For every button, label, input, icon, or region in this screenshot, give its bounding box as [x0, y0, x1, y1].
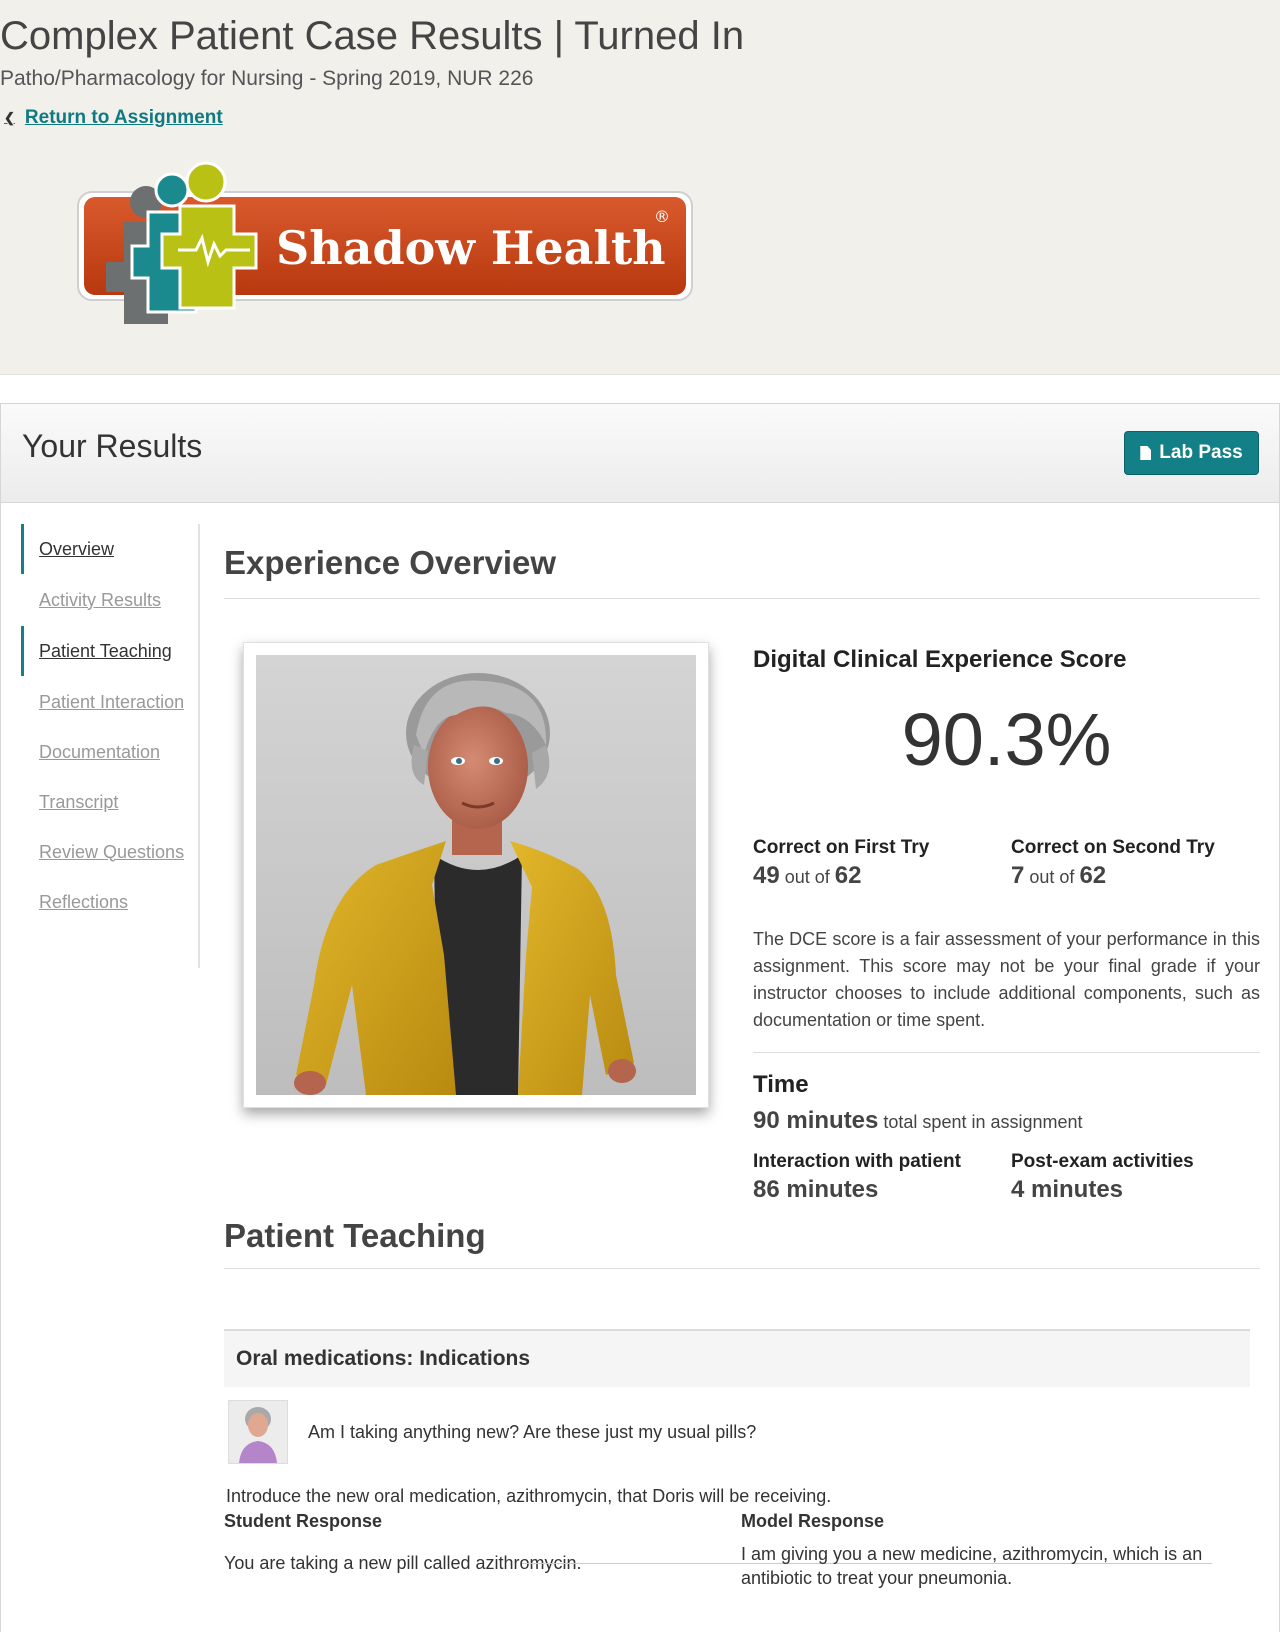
results-sidebar: Overview Activity Results Patient Teachi… [21, 524, 200, 968]
avatar [228, 1400, 288, 1464]
teaching-topic-bar: Oral medications: Indications [224, 1329, 1250, 1387]
model-response-label: Model Response [741, 1511, 885, 1531]
model-response-text: I am giving you a new medicine, azithrom… [741, 1544, 1203, 1588]
patient-question: Am I taking anything new? Are these just… [308, 1422, 757, 1442]
interaction-value: 86 minutes [753, 1176, 879, 1203]
sidebar-item-activity-results[interactable]: Activity Results [21, 575, 198, 625]
sidebar-item-overview[interactable]: Overview [21, 524, 198, 574]
dce-score-value: 90.3% [901, 698, 1112, 781]
first-try-label: Correct on First Try [753, 837, 930, 858]
sidebar-item-patient-interaction[interactable]: Patient Interaction [21, 677, 198, 727]
post-exam-label: Post-exam activities [1011, 1151, 1194, 1172]
patient-teaching-heading: Patient Teaching [224, 1217, 486, 1254]
time-heading: Time [753, 1071, 809, 1098]
interaction-label: Interaction with patient [753, 1151, 961, 1172]
chevron-left-icon: ❮ [4, 110, 15, 125]
return-to-assignment-link[interactable]: ❮ Return to Assignment [4, 107, 223, 129]
logo-wordmark: Shadow Health [276, 221, 666, 275]
time-total: 90 minutes total spent in assignment [753, 1107, 1083, 1134]
divider [224, 598, 1260, 599]
patient-avatar-image [229, 1401, 287, 1463]
sidebar-item-transcript[interactable]: Transcript [21, 777, 198, 827]
dce-description: The DCE score is a fair assessment of yo… [753, 929, 1260, 1030]
document-icon [1140, 446, 1152, 460]
logo-registered-mark: ® [654, 207, 670, 226]
second-try-label: Correct on Second Try [1011, 837, 1215, 858]
teaching-prompt: Introduce the new oral medication, azith… [226, 1486, 832, 1506]
divider [753, 1052, 1260, 1053]
sidebar-item-documentation[interactable]: Documentation [21, 727, 198, 777]
sidebar-item-reflections[interactable]: Reflections [21, 877, 198, 927]
patient-portrait-frame [243, 642, 709, 1108]
post-exam-value: 4 minutes [1011, 1176, 1124, 1203]
lab-pass-button[interactable]: Lab Pass [1124, 431, 1259, 475]
student-response-label: Student Response [224, 1511, 383, 1531]
results-title: Your Results [22, 428, 203, 464]
sidebar-item-patient-teaching[interactable]: Patient Teaching [21, 626, 198, 676]
page-header: Complex Patient Case Results | Turned In… [0, 0, 1280, 375]
patient-portrait [256, 655, 696, 1095]
divider [224, 1268, 1260, 1269]
page-title: Complex Patient Case Results | Turned In [0, 14, 745, 58]
teaching-topic-title: Oral medications: Indications [236, 1347, 531, 1370]
lab-pass-label: Lab Pass [1159, 442, 1243, 463]
results-header: Your Results Lab Pass [1, 404, 1279, 503]
dce-score-title: Digital Clinical Experience Score [753, 646, 1127, 673]
first-try-value: 49 out of 62 [753, 862, 862, 889]
return-link-label: Return to Assignment [24, 107, 223, 128]
second-try-value: 7 out of 62 [1011, 862, 1107, 889]
course-subtitle: Patho/Pharmacology for Nursing - Spring … [0, 67, 534, 90]
experience-overview-heading: Experience Overview [224, 544, 557, 581]
results-panel: Your Results Lab Pass Overview Activity … [0, 403, 1280, 1632]
sidebar-item-review-questions[interactable]: Review Questions [21, 827, 198, 877]
shadow-health-logo: Shadow Health ® [77, 161, 693, 324]
